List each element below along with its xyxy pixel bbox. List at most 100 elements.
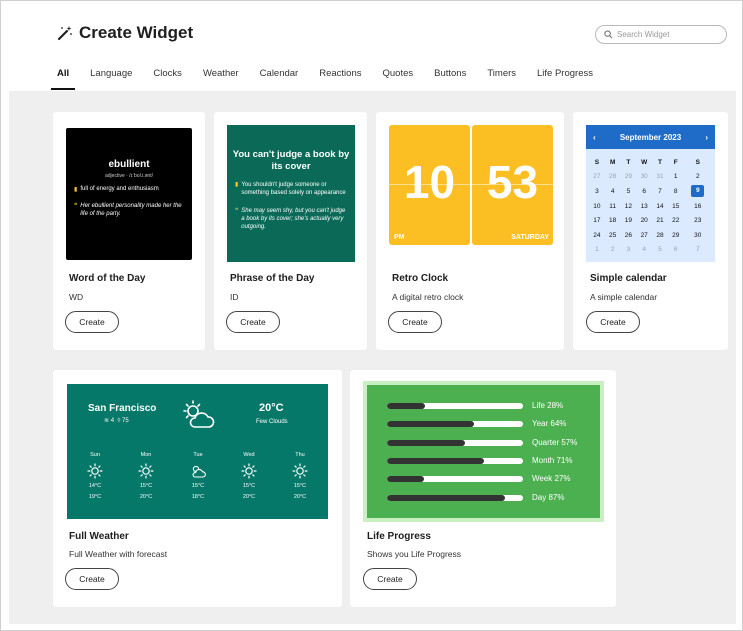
calendar-day: 22 [672,217,680,225]
create-button-full-weather[interactable]: Create [65,568,119,590]
calendar-day: 10 [593,202,601,210]
sun-icon [292,463,308,479]
progress-track [387,494,523,501]
calendar-day: 11 [609,202,617,210]
weekday-label: T [626,158,631,166]
progress-row: Month 71% [387,456,587,466]
weather-temp: 20°C [259,402,284,414]
calendar-day: 2 [695,173,700,181]
calendar-day: 6 [642,187,646,195]
calendar-day: 12 [624,202,633,210]
sun-cloud-icon [183,400,215,428]
book-icon: ▮ [235,182,239,188]
weekday-label: F [673,158,678,166]
calendar-day: 30 [694,231,702,239]
tab-calendar[interactable]: Calendar [260,67,299,91]
calendar-day: 16 [694,202,702,210]
calendar-day: 3 [595,187,599,195]
phrase-of-day-preview: You can't judge a book by its cover ▮ Yo… [227,125,355,262]
progress-row: Week 27% [387,474,587,484]
card-subtitle: A simple calendar [590,292,658,302]
chevron-right-icon: › [705,132,708,142]
tab-clocks[interactable]: Clocks [153,67,182,91]
calendar-day: 20 [640,217,648,225]
calendar-day: 15 [672,202,680,210]
phrase-definition: ▮ You shouldn't judge someone or somethi… [235,182,346,196]
book-icon: ▮ [74,187,78,193]
calendar-day: 19 [624,217,633,225]
tab-reactions[interactable]: Reactions [319,67,361,91]
clock-hours-panel: 10 PM [389,125,470,245]
phrase-example: ❝ She may seem shy, but you can't judge … [235,208,346,230]
calendar-day: 29 [624,173,633,181]
progress-track [387,457,523,464]
calendar-day: 28 [609,173,617,181]
card-subtitle: Shows you Life Progress [367,549,462,559]
forecast-low: 18°C [191,494,205,500]
calendar-day: 17 [593,217,601,225]
progress-row: Quarter 57% [387,438,587,448]
calendar-grid: S M T W T F S 27 28 29 30 31 1 2 3 4 5 6 7 8 9 10 11 12 13 14 15 16… [589,155,712,257]
app-window: Create Widget All Language Clocks Weathe… [0,0,743,631]
forecast-high: 15°C [293,483,307,489]
create-button-simple-calendar[interactable]: Create [586,311,640,333]
calendar-day: 13 [640,202,648,210]
sun-icon [241,463,257,479]
forecast-low: 19°C [88,494,102,500]
progress-label: Week 27% [532,474,571,484]
card-title: Life Progress [367,531,431,542]
calendar-month: September 2023 [619,132,682,142]
search-input[interactable] [617,30,717,39]
calendar-day: 14 [656,202,664,210]
create-button-phrase-of-day[interactable]: Create [226,311,280,333]
create-button-word-of-day[interactable]: Create [65,311,119,333]
progress-track [387,439,523,446]
clock-hours: 10 [403,156,456,208]
forecast-high: 14°C [88,483,102,489]
progress-row: Year 64% [387,419,587,429]
tab-weather[interactable]: Weather [203,67,239,91]
magic-wand-icon [57,26,72,41]
tab-life-progress[interactable]: Life Progress [537,67,593,91]
card-title: Retro Clock [392,273,449,284]
search-icon [604,30,613,39]
create-button-life-progress[interactable]: Create [363,568,417,590]
card-subtitle: ID [230,292,239,302]
tab-all[interactable]: All [50,67,76,91]
tab-timers[interactable]: Timers [487,67,516,91]
forecast-day: Wed 15°C 20°C [229,452,269,500]
create-button-retro-clock[interactable]: Create [388,311,442,333]
calendar-day: 29 [672,231,680,239]
calendar-day: 25 [609,231,617,239]
wod-example: ❝ Her ebullient personality made her the… [74,203,182,217]
tab-buttons[interactable]: Buttons [434,67,466,91]
card-subtitle: WD [69,292,84,302]
calendar-day: 21 [656,217,664,225]
progress-fill [387,403,426,409]
card-title: Full Weather [69,531,129,542]
tab-quotes[interactable]: Quotes [382,67,413,91]
calendar-day: 4 [642,246,646,254]
calendar-day: 1 [673,173,678,181]
progress-track [387,476,523,483]
weekday-label: S [594,158,600,166]
progress-label: Quarter 57% [532,437,578,447]
calendar-day: 4 [610,187,615,195]
progress-label: Day 87% [532,492,565,502]
weekday-label: M [609,158,616,166]
quote-icon: ❝ [74,203,78,209]
progress-label: Life 28% [532,401,564,410]
calendar-header: ‹ September 2023 › [586,125,715,149]
progress-track [387,403,523,409]
progress-label: Month 71% [532,455,573,465]
clock-minutes-panel: 53 SATURDAY [472,125,553,245]
calendar-day: 1 [595,246,599,254]
search-box[interactable] [595,25,727,44]
card-subtitle: A digital retro clock [392,292,464,302]
page-title: Create Widget [79,23,194,42]
forecast-low: 20°C [242,494,256,500]
tab-language[interactable]: Language [90,67,132,91]
wind-icon: ≋ [104,418,110,424]
weather-condition: Few Clouds [256,419,288,425]
forecast-day: Tue 15°C 18°C [178,452,218,500]
